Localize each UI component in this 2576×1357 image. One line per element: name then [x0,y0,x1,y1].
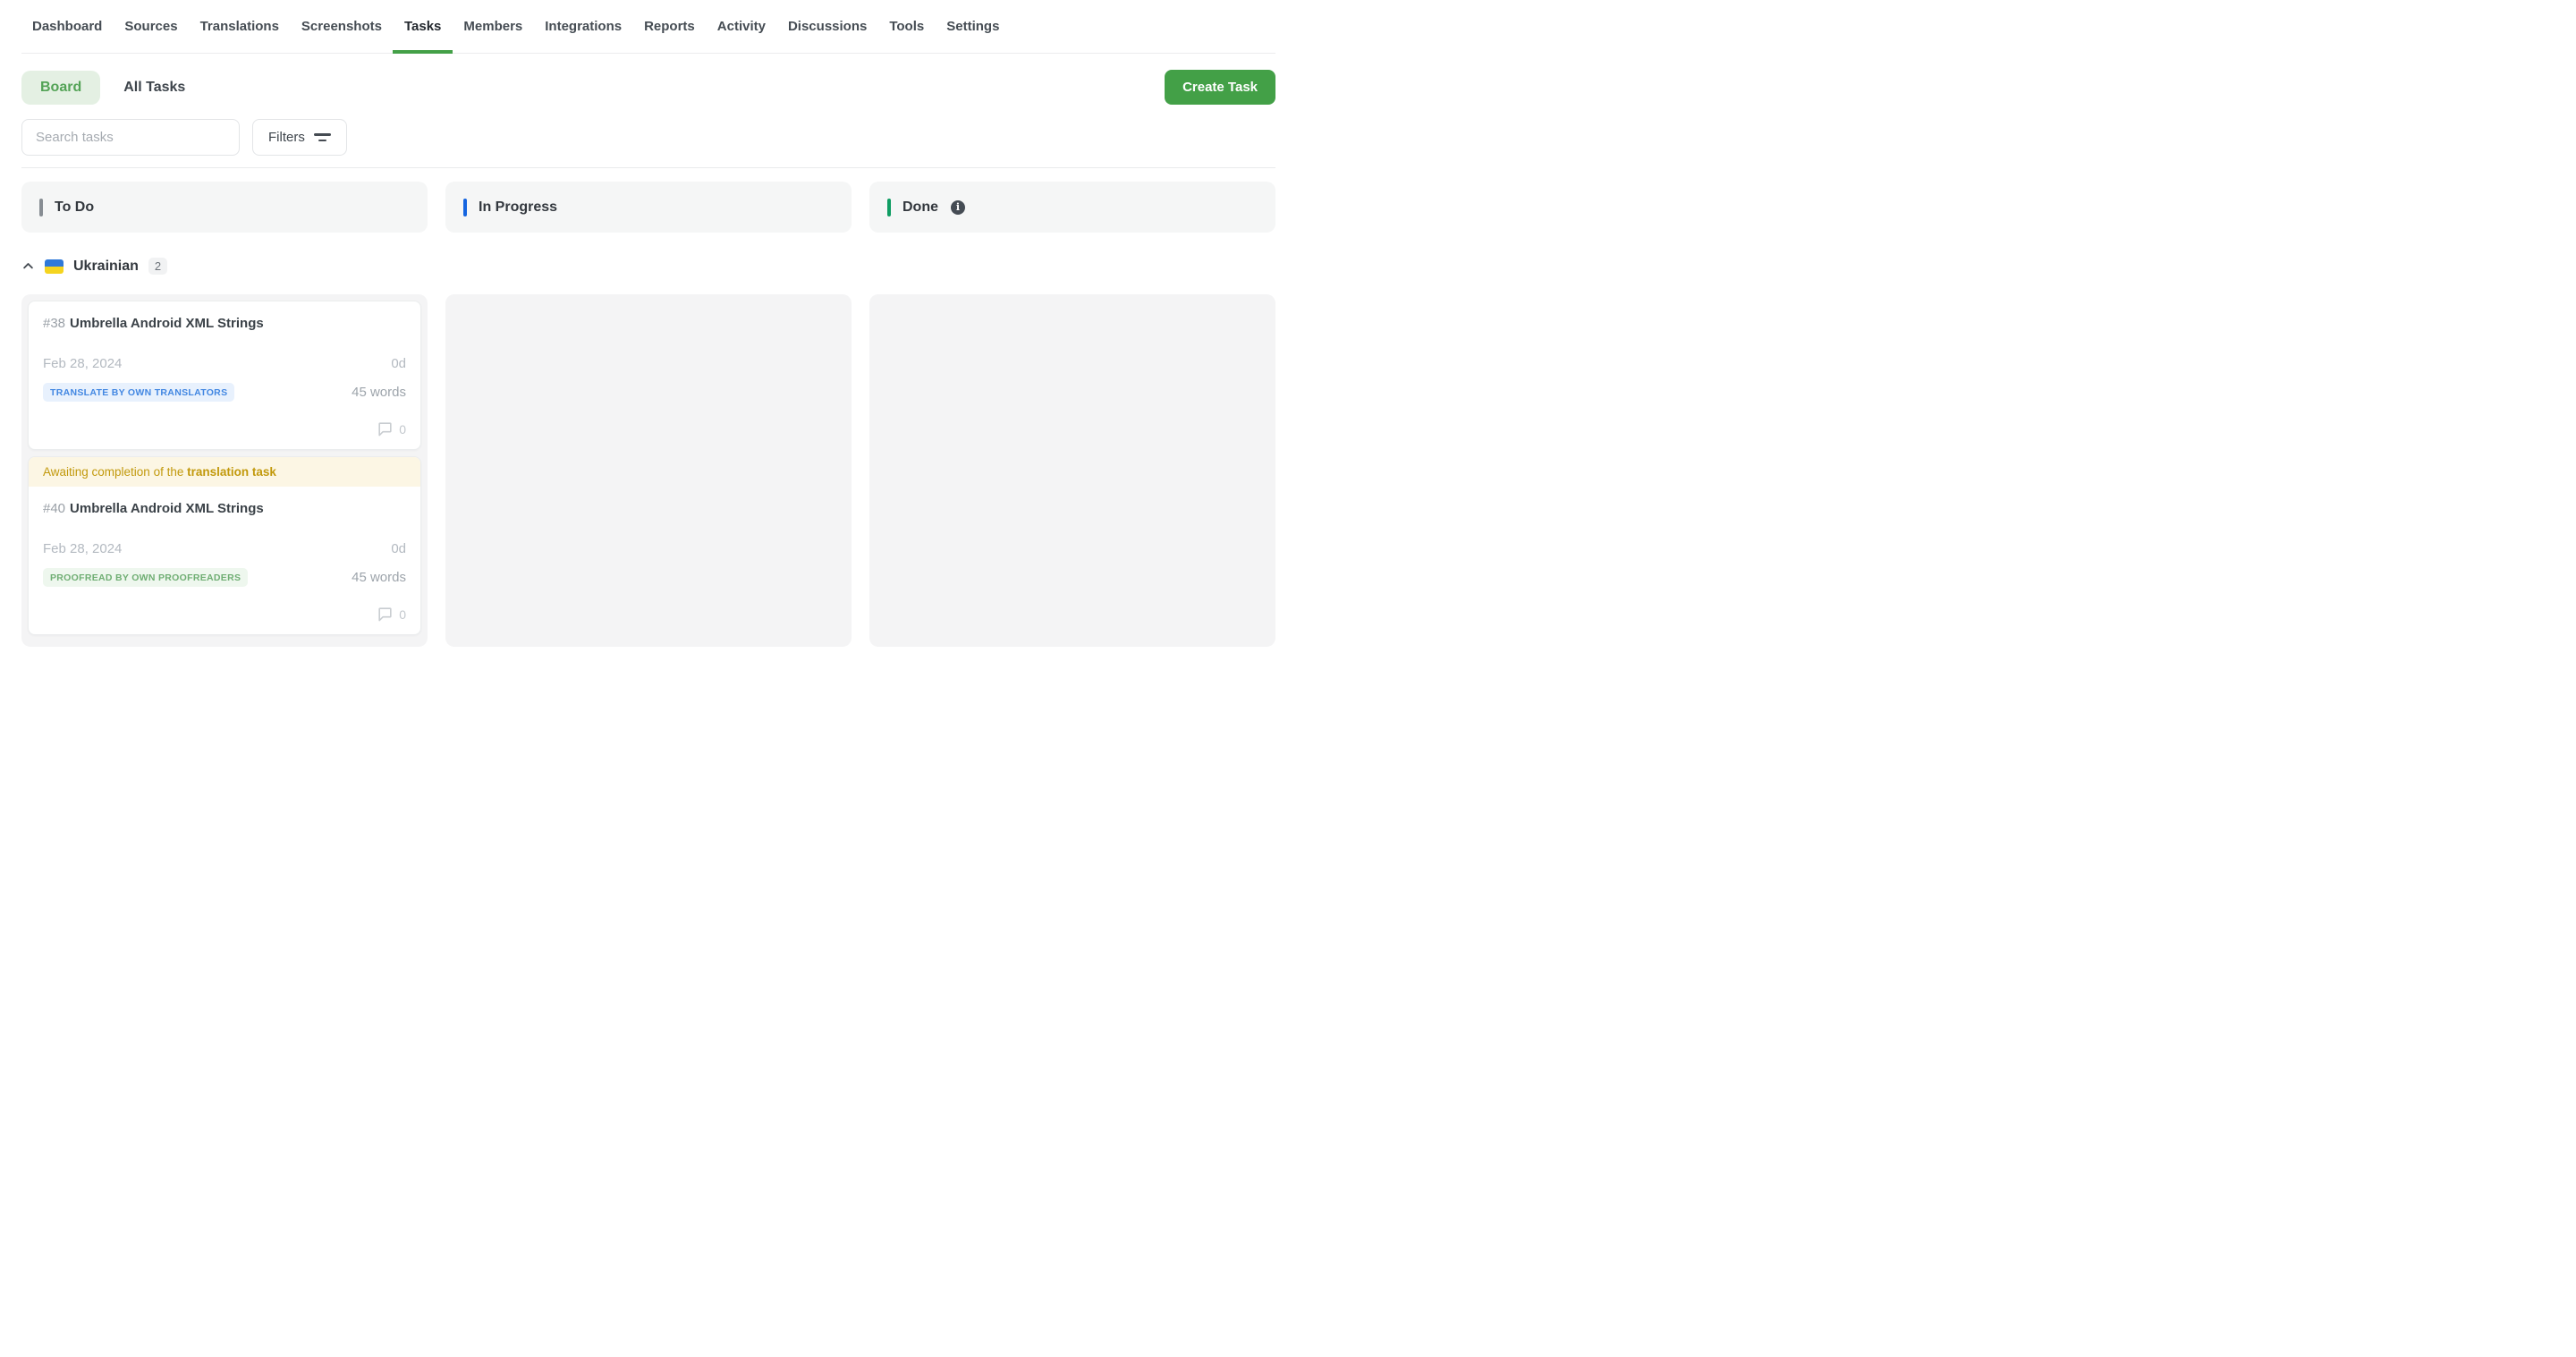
nav-item-discussions[interactable]: Discussions [788,0,867,53]
tasks-toolbar: Board All Tasks Create Task [21,70,1275,105]
done-status-bar [887,199,891,216]
column-header-in-progress: In Progress [445,182,852,233]
column-label: To Do [55,199,94,216]
kanban-board: #38 Umbrella Android XML Strings Feb 28, … [21,294,1275,647]
task-date: Feb 28, 2024 [43,541,122,556]
column-label: In Progress [479,199,557,216]
word-count: 45 words [352,385,406,400]
nav-item-integrations[interactable]: Integrations [545,0,622,53]
task-due: 0d [391,356,406,371]
comment-icon [377,606,394,623]
language-group-header: Ukrainian 2 [21,258,1275,275]
nav-item-settings[interactable]: Settings [946,0,999,53]
nav-item-tasks[interactable]: Tasks [404,0,441,53]
column-todo: #38 Umbrella Android XML Strings Feb 28, … [21,294,428,647]
awaiting-banner-text: Awaiting completion of the [43,465,187,479]
top-navigation: Dashboard Sources Translations Screensho… [21,0,1275,54]
task-card-40[interactable]: Awaiting completion of the translation t… [28,456,421,635]
task-id: #38 [43,316,65,331]
column-label: Done [902,199,938,216]
filters-button-label: Filters [268,130,305,145]
column-in-progress [445,294,852,647]
column-header-todo: To Do [21,182,428,233]
in-progress-status-bar [463,199,467,216]
word-count: 45 words [352,570,406,585]
nav-item-activity[interactable]: Activity [717,0,766,53]
nav-item-screenshots[interactable]: Screenshots [301,0,382,53]
task-date: Feb 28, 2024 [43,356,122,371]
search-filter-row: Filters [21,119,1275,156]
view-tab-all-tasks[interactable]: All Tasks [123,80,185,96]
task-type-badge: TRANSLATE BY OWN TRANSLATORS [43,383,234,402]
nav-item-translations[interactable]: Translations [200,0,279,53]
nav-item-sources[interactable]: Sources [124,0,177,53]
language-group-label: Ukrainian [73,259,139,275]
column-done [869,294,1275,647]
ukraine-flag-icon [45,259,64,274]
board-column-headers: To Do In Progress Done i [21,182,1275,233]
task-count-badge: 2 [148,258,167,275]
comment-icon [377,420,394,437]
filters-button[interactable]: Filters [252,119,347,156]
nav-item-members[interactable]: Members [463,0,522,53]
task-id: #40 [43,501,65,516]
task-title[interactable]: Umbrella Android XML Strings [70,501,264,516]
section-divider [21,167,1275,168]
nav-item-reports[interactable]: Reports [644,0,695,53]
task-title[interactable]: Umbrella Android XML Strings [70,316,264,331]
search-input[interactable] [21,119,240,156]
task-type-badge: PROOFREAD BY OWN PROOFREADERS [43,568,248,587]
create-task-button[interactable]: Create Task [1165,70,1275,105]
collapse-chevron-up-icon[interactable] [21,259,35,273]
awaiting-banner-link[interactable]: translation task [187,465,276,479]
filter-icon [314,133,331,141]
comment-count: 0 [399,607,406,622]
todo-status-bar [39,199,43,216]
task-due: 0d [391,541,406,556]
comment-count: 0 [399,422,406,437]
nav-item-tools[interactable]: Tools [889,0,924,53]
awaiting-banner: Awaiting completion of the translation t… [29,457,420,487]
column-header-done: Done i [869,182,1275,233]
task-card-38[interactable]: #38 Umbrella Android XML Strings Feb 28, … [28,301,421,450]
active-tab-underline [393,50,453,54]
nav-item-dashboard[interactable]: Dashboard [32,0,102,53]
view-tab-board[interactable]: Board [21,71,100,105]
info-icon[interactable]: i [951,200,965,215]
